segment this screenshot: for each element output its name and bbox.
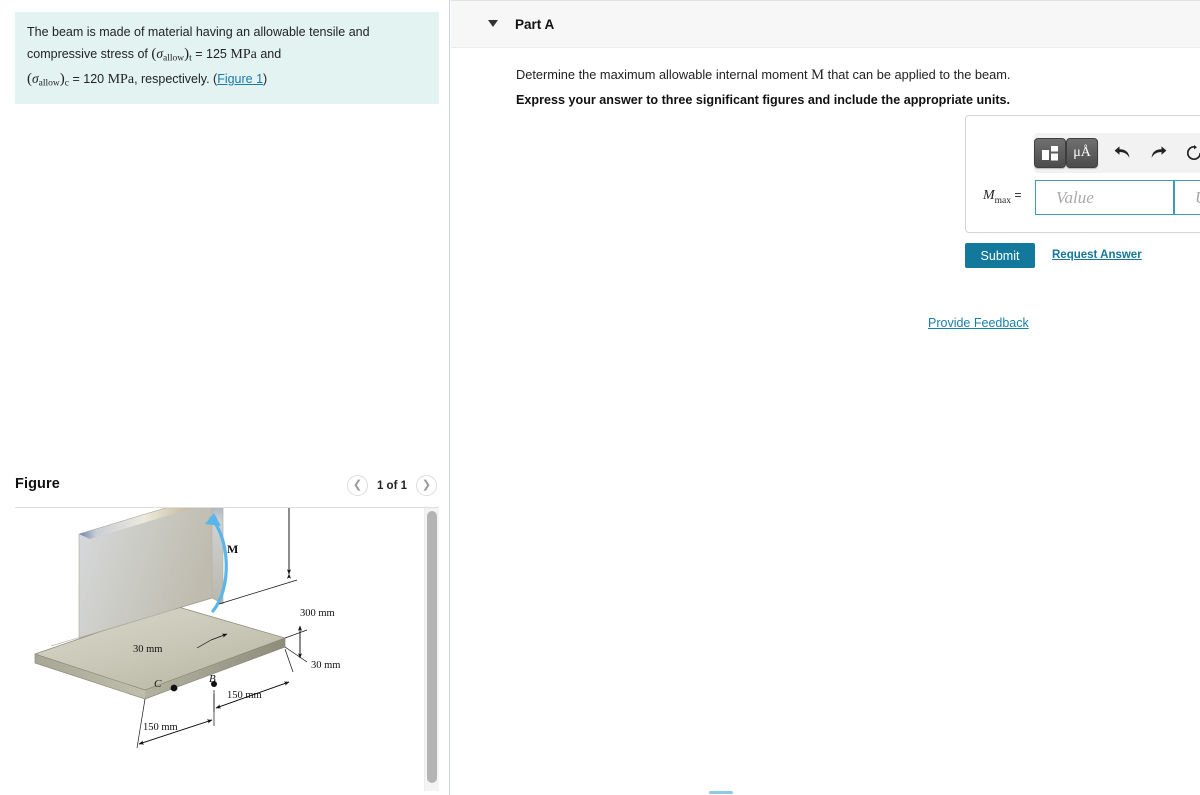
- part-a-header[interactable]: Part A: [451, 0, 1200, 48]
- dimension-150mm-right-label: 150 mm: [227, 690, 262, 701]
- undo-icon[interactable]: [1104, 138, 1140, 168]
- figure-scrollbar-thumb[interactable]: [427, 511, 437, 783]
- reset-icon-glyph: [1186, 145, 1200, 161]
- allowable-compressive-value: = 120: [72, 72, 105, 86]
- submit-button[interactable]: Submit: [965, 243, 1035, 268]
- left-panel: The beam is made of material having an a…: [0, 0, 450, 795]
- units-micro-angstrom-icon[interactable]: μÅ: [1066, 138, 1098, 168]
- sigma-subscript-allow: allow: [163, 53, 185, 64]
- t-beam-diagram: A B C M 300 mm: [34, 508, 340, 749]
- figure-panel-title: Figure: [15, 476, 60, 492]
- bottom-progress-marker: [709, 791, 733, 794]
- question-moment-symbol: M: [811, 67, 825, 83]
- figure-navigation: ❮ 1 of 1 ❯: [347, 475, 437, 496]
- part-a-title: Part A: [515, 17, 555, 32]
- redo-icon[interactable]: [1140, 138, 1176, 168]
- point-c-dot: [170, 684, 178, 692]
- redo-icon-glyph: [1151, 145, 1166, 158]
- answer-entry-box: μÅ Mmax = Value Units: [965, 115, 1200, 233]
- answer-variable-subscript: max: [994, 195, 1012, 206]
- figure-scrollbar-track[interactable]: [424, 508, 439, 791]
- dimension-150mm-left: 150 mm: [136, 694, 215, 749]
- conjunction-and: and: [260, 47, 282, 62]
- dimension-30mm-flange-label: 30 mm: [311, 660, 340, 671]
- figure-viewport: A B C M 300 mm: [15, 508, 439, 791]
- dimension-300mm-label: 300 mm: [300, 608, 335, 619]
- dimension-30mm-web-label: 30 mm: [133, 644, 162, 655]
- unit-mpa-compressive: MPa: [107, 72, 135, 87]
- template-icon[interactable]: [1034, 138, 1066, 168]
- sigma-subscript-c: c: [64, 78, 69, 89]
- answer-variable-label: Mmax =: [983, 188, 1022, 206]
- sigma-symbol: σ: [156, 46, 164, 62]
- instruction-text: Express your answer to three significant…: [516, 93, 1011, 107]
- problem-statement: The beam is made of material having an a…: [15, 12, 439, 104]
- point-c-label: C: [154, 678, 162, 690]
- question-text-start: Determine the maximum allowable internal…: [516, 67, 812, 82]
- problem-line-1: The beam is made of material having an a…: [27, 25, 370, 39]
- sigma-subscript-allow-2: allow: [38, 78, 60, 89]
- moment-label: M: [227, 542, 238, 556]
- figure-next-button[interactable]: ❯: [416, 475, 437, 496]
- sigma-symbol-2: σ: [32, 71, 39, 86]
- undo-icon-glyph: [1114, 145, 1129, 158]
- dimension-150mm-left-label: 150 mm: [143, 722, 178, 733]
- chevron-down-icon[interactable]: [488, 20, 498, 27]
- template-icon-glyph: [1041, 145, 1058, 160]
- paren-close-3: ): [263, 72, 268, 86]
- dimension-30mm-flange: 30 mm: [284, 625, 340, 671]
- provide-feedback-link[interactable]: Provide Feedback: [928, 316, 1029, 330]
- answer-variable-m: M: [983, 188, 995, 203]
- right-panel: Part A Determine the maximum allowable i…: [451, 0, 1200, 795]
- request-answer-link[interactable]: Request Answer: [1052, 249, 1142, 261]
- problem-line-2: compressive stress of: [27, 47, 152, 62]
- value-input[interactable]: [1035, 180, 1174, 215]
- unit-mpa-tensile: MPa: [230, 47, 257, 63]
- dimension-300mm: 300 mm: [218, 508, 335, 619]
- respectively-text: , respectively. (: [134, 72, 218, 86]
- figure-prev-button[interactable]: ❮: [347, 475, 368, 496]
- figure-1-link[interactable]: Figure 1: [217, 72, 263, 86]
- figure-header: Figure ❮ 1 of 1 ❯: [15, 472, 439, 506]
- mu-angstrom-glyph: μÅ: [1073, 145, 1091, 160]
- question-text: Determine the maximum allowable internal…: [516, 65, 1010, 87]
- point-b-label: B: [209, 673, 216, 685]
- allowable-tensile-value: = 125: [195, 47, 227, 62]
- sigma-subscript-t: t: [189, 53, 192, 64]
- reset-icon[interactable]: [1176, 138, 1200, 168]
- answer-toolbar: μÅ: [1034, 133, 1200, 173]
- question-text-end: that can be applied to the beam.: [824, 67, 1011, 82]
- answer-equals-sign: =: [1014, 188, 1022, 202]
- units-input[interactable]: [1174, 180, 1200, 215]
- figure-counter: 1 of 1: [376, 479, 408, 492]
